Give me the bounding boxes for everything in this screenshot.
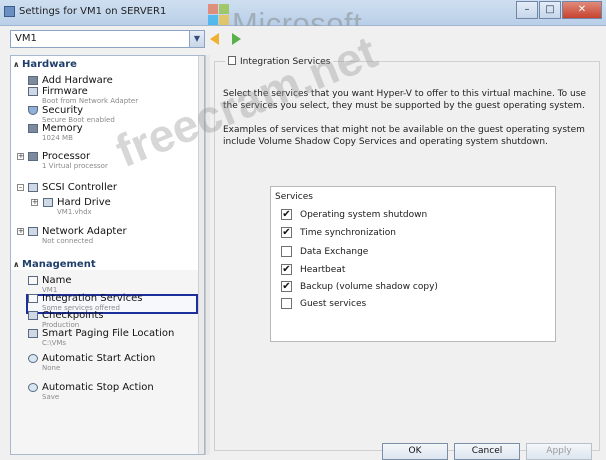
management-section-header[interactable]: ∧ Management bbox=[13, 259, 96, 270]
hardware-section-header[interactable]: ∧ Hardware bbox=[13, 59, 77, 70]
expand-icon[interactable]: + bbox=[17, 228, 24, 235]
integration-services-icon bbox=[228, 56, 236, 65]
add-hardware-icon bbox=[28, 76, 38, 85]
memory-icon bbox=[28, 124, 38, 133]
expand-icon[interactable]: + bbox=[31, 199, 38, 206]
vm-selector-value: VM1 bbox=[15, 33, 37, 44]
network-adapter-icon bbox=[28, 227, 38, 236]
logo-square-yellow bbox=[219, 15, 229, 25]
forward-arrow-icon[interactable] bbox=[232, 33, 241, 45]
firmware-icon bbox=[28, 87, 38, 96]
logo-square-red bbox=[208, 4, 218, 14]
collapse-icon[interactable]: – bbox=[17, 184, 24, 191]
automatic-start-icon bbox=[28, 354, 38, 363]
collapse-icon[interactable]: ∧ bbox=[13, 60, 22, 69]
smart-paging-icon bbox=[28, 329, 38, 338]
logo-square-green bbox=[219, 4, 229, 14]
integration-services-panel: Integration Services Select the services… bbox=[210, 55, 606, 460]
checkbox[interactable] bbox=[281, 264, 292, 275]
apply-button[interactable]: Apply bbox=[526, 443, 592, 460]
close-button[interactable]: ✕ bbox=[562, 1, 602, 19]
services-list: Services Operating system shutdown Time … bbox=[270, 186, 556, 342]
name-icon bbox=[28, 276, 38, 285]
checkbox[interactable] bbox=[281, 209, 292, 220]
panel-examples: Examples of services that might not be a… bbox=[223, 125, 585, 147]
window-title: Settings for VM1 on SERVER1 bbox=[19, 6, 167, 17]
app-icon bbox=[4, 6, 15, 17]
maximize-button[interactable]: □ bbox=[539, 1, 561, 19]
integration-services-icon bbox=[28, 294, 38, 303]
minimize-button[interactable]: – bbox=[516, 1, 538, 19]
services-label: Services bbox=[275, 192, 313, 202]
panel-title: Integration Services bbox=[225, 56, 334, 67]
automatic-stop-icon bbox=[28, 383, 38, 392]
vm-selector-row: VM1 ▼ bbox=[0, 26, 606, 54]
checkpoints-icon bbox=[28, 311, 38, 320]
expand-icon[interactable]: + bbox=[17, 153, 24, 160]
chevron-down-icon[interactable]: ▼ bbox=[189, 31, 204, 47]
collapse-icon[interactable]: ∧ bbox=[13, 260, 22, 269]
back-arrow-icon[interactable] bbox=[210, 33, 219, 45]
scsi-controller-icon bbox=[28, 183, 38, 192]
hard-drive-icon bbox=[43, 198, 53, 207]
settings-tree: ∧ Hardware Add Hardware Firmware Boot fro… bbox=[10, 55, 205, 455]
vm-selector[interactable]: VM1 ▼ bbox=[10, 30, 205, 48]
shield-icon bbox=[28, 106, 38, 115]
checkbox[interactable] bbox=[281, 227, 292, 238]
logo-square-blue bbox=[208, 15, 218, 25]
cancel-button[interactable]: Cancel bbox=[454, 443, 520, 460]
ok-button[interactable]: OK bbox=[382, 443, 448, 460]
integration-services-group: Integration Services Select the services… bbox=[214, 56, 600, 451]
checkbox[interactable] bbox=[281, 298, 292, 309]
processor-icon bbox=[28, 152, 38, 161]
sidebar-scrollbar[interactable] bbox=[198, 56, 204, 454]
checkbox[interactable] bbox=[281, 246, 292, 257]
checkbox[interactable] bbox=[281, 281, 292, 292]
panel-description: Select the services that you want Hyper-… bbox=[223, 89, 586, 111]
